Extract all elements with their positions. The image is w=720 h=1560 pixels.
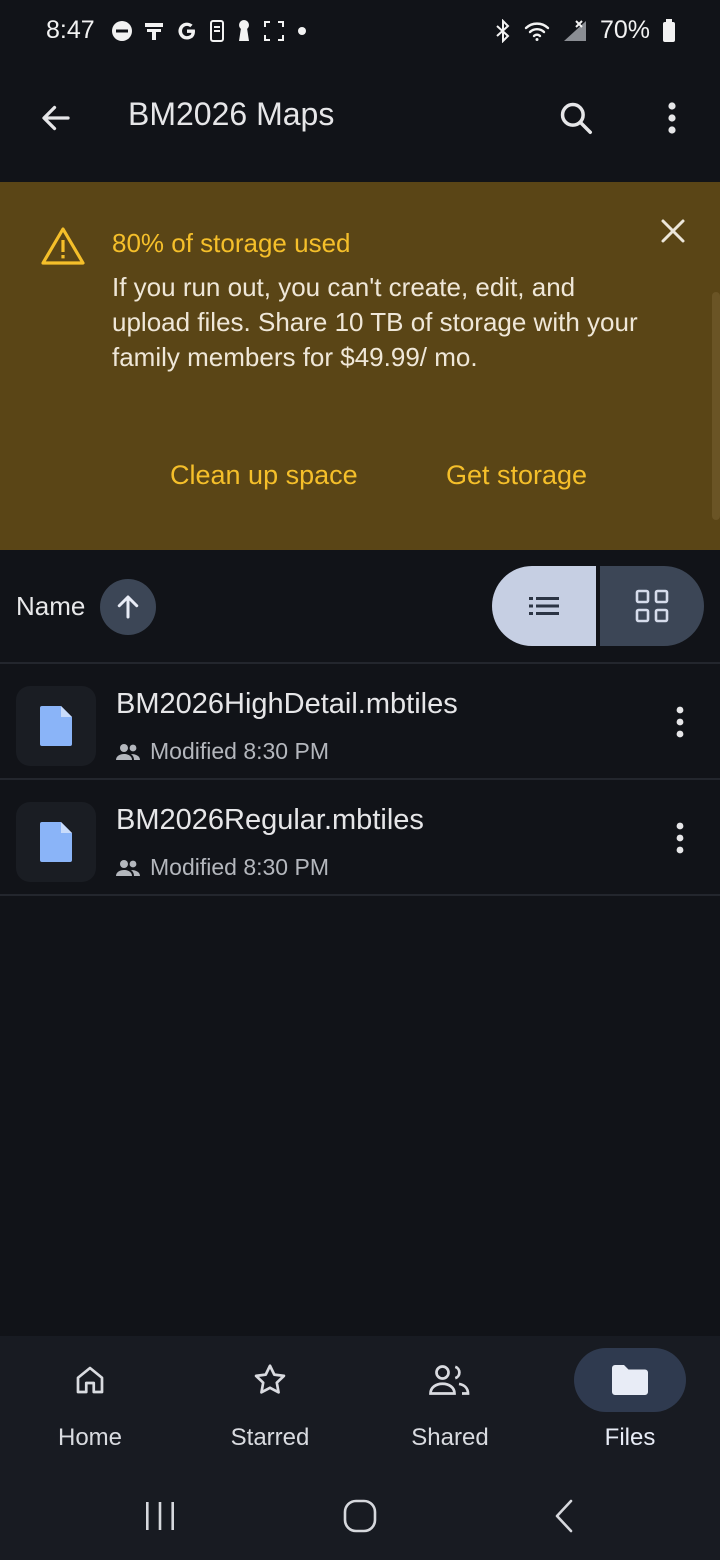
battery-icon: [662, 18, 676, 43]
search-button[interactable]: [550, 92, 602, 144]
search-icon: [560, 102, 592, 134]
warning-icon: [40, 226, 86, 266]
more-vert-icon: [676, 706, 684, 738]
arrow-up-icon: [117, 595, 139, 619]
recents-icon: [146, 1502, 174, 1530]
file-thumbnail: [16, 802, 96, 882]
home-icon: [76, 1366, 104, 1394]
page-title: BM2026 Maps: [128, 96, 335, 132]
nav-icon-container: [574, 1348, 686, 1412]
nav-icon-container: [34, 1348, 146, 1412]
list-view-button[interactable]: [492, 566, 596, 646]
status-right: 70%: [494, 16, 676, 45]
file-icon: [40, 822, 72, 862]
wifi-icon: [524, 20, 550, 42]
sort-direction-button[interactable]: [100, 579, 156, 635]
file-modified: Modified 8:30 PM: [150, 854, 329, 880]
status-bar: 8:47 70%: [0, 0, 720, 68]
phone-icon: [209, 19, 225, 42]
shared-people-icon: [116, 859, 140, 876]
home-system-button[interactable]: [336, 1494, 384, 1538]
file-name: BM2026HighDetail.mbtiles: [116, 688, 458, 720]
dismiss-banner-button[interactable]: [648, 206, 698, 256]
list-view-icon: [529, 597, 559, 615]
file-more-button[interactable]: [660, 696, 700, 748]
bluetooth-icon: [494, 18, 512, 43]
nav-home[interactable]: Home: [0, 1336, 180, 1470]
file-row[interactable]: BM2026HighDetail.mbtiles Modified 8:30 P…: [0, 666, 720, 778]
nav-label: Starred: [230, 1424, 310, 1451]
battery-percent: 70%: [599, 16, 650, 44]
nav-icon-container: [394, 1348, 506, 1412]
nav-label: Shared: [411, 1424, 489, 1451]
view-mode-toggle: [492, 566, 704, 646]
google-icon: [175, 19, 199, 43]
status-left: 8:47: [46, 16, 309, 45]
divider: [0, 662, 720, 664]
recents-button[interactable]: [136, 1494, 184, 1538]
file-thumbnail: [16, 686, 96, 766]
no-signal-icon: [562, 19, 588, 43]
get-storage-button[interactable]: Get storage: [446, 460, 587, 491]
file-meta: Modified 8:30 PM: [116, 854, 329, 881]
banner-title: 80% of storage used: [112, 228, 351, 258]
grid-view-button[interactable]: [600, 566, 704, 646]
nav-label: Files: [604, 1424, 656, 1451]
dot-icon: [295, 24, 309, 38]
divider: [0, 894, 720, 896]
people-icon: [429, 1365, 470, 1395]
divider: [0, 778, 720, 780]
more-vert-icon: [676, 822, 684, 854]
top-app-bar: BM2026 Maps: [0, 76, 720, 160]
home-circle-icon: [343, 1499, 377, 1533]
nav-icon-container: [214, 1348, 326, 1412]
storage-warning-banner: 80% of storage used If you run out, you …: [0, 182, 720, 550]
back-button[interactable]: [30, 92, 82, 144]
folder-icon: [612, 1365, 648, 1395]
file-row[interactable]: BM2026Regular.mbtiles Modified 8:30 PM: [0, 782, 720, 894]
back-system-button[interactable]: [540, 1494, 588, 1538]
more-options-button[interactable]: [648, 92, 696, 144]
status-time: 8:47: [46, 16, 95, 44]
notification-icon: [143, 20, 165, 42]
screenshot-frame-icon: [263, 20, 285, 42]
banner-actions: Clean up space Get storage: [0, 460, 720, 500]
sort-and-view-bar: Name: [0, 560, 720, 656]
back-chevron-icon: [555, 1499, 573, 1533]
bottom-navigation: Home Starred Shared Files: [0, 1336, 720, 1470]
nav-starred[interactable]: Starred: [180, 1336, 360, 1470]
file-modified: Modified 8:30 PM: [150, 738, 329, 764]
close-icon: [661, 219, 685, 243]
file-more-button[interactable]: [660, 812, 700, 864]
grid-view-icon: [635, 589, 669, 623]
clean-up-space-button[interactable]: Clean up space: [170, 460, 358, 491]
file-name: BM2026Regular.mbtiles: [116, 804, 424, 836]
nav-shared[interactable]: Shared: [360, 1336, 540, 1470]
arrow-back-icon: [42, 105, 70, 131]
banner-message: If you run out, you can't create, edit, …: [112, 272, 638, 372]
shared-people-icon: [116, 743, 140, 760]
sort-by-name-button[interactable]: Name: [16, 591, 85, 622]
star-icon: [254, 1364, 286, 1394]
nav-label: Home: [57, 1424, 123, 1451]
do-not-disturb-icon: [111, 20, 133, 42]
file-meta: Modified 8:30 PM: [116, 738, 329, 765]
system-navigation-bar: [0, 1470, 720, 1560]
more-vert-icon: [668, 102, 676, 134]
file-icon: [40, 706, 72, 746]
nav-files[interactable]: Files: [540, 1336, 720, 1470]
keyhole-icon: [235, 19, 253, 43]
